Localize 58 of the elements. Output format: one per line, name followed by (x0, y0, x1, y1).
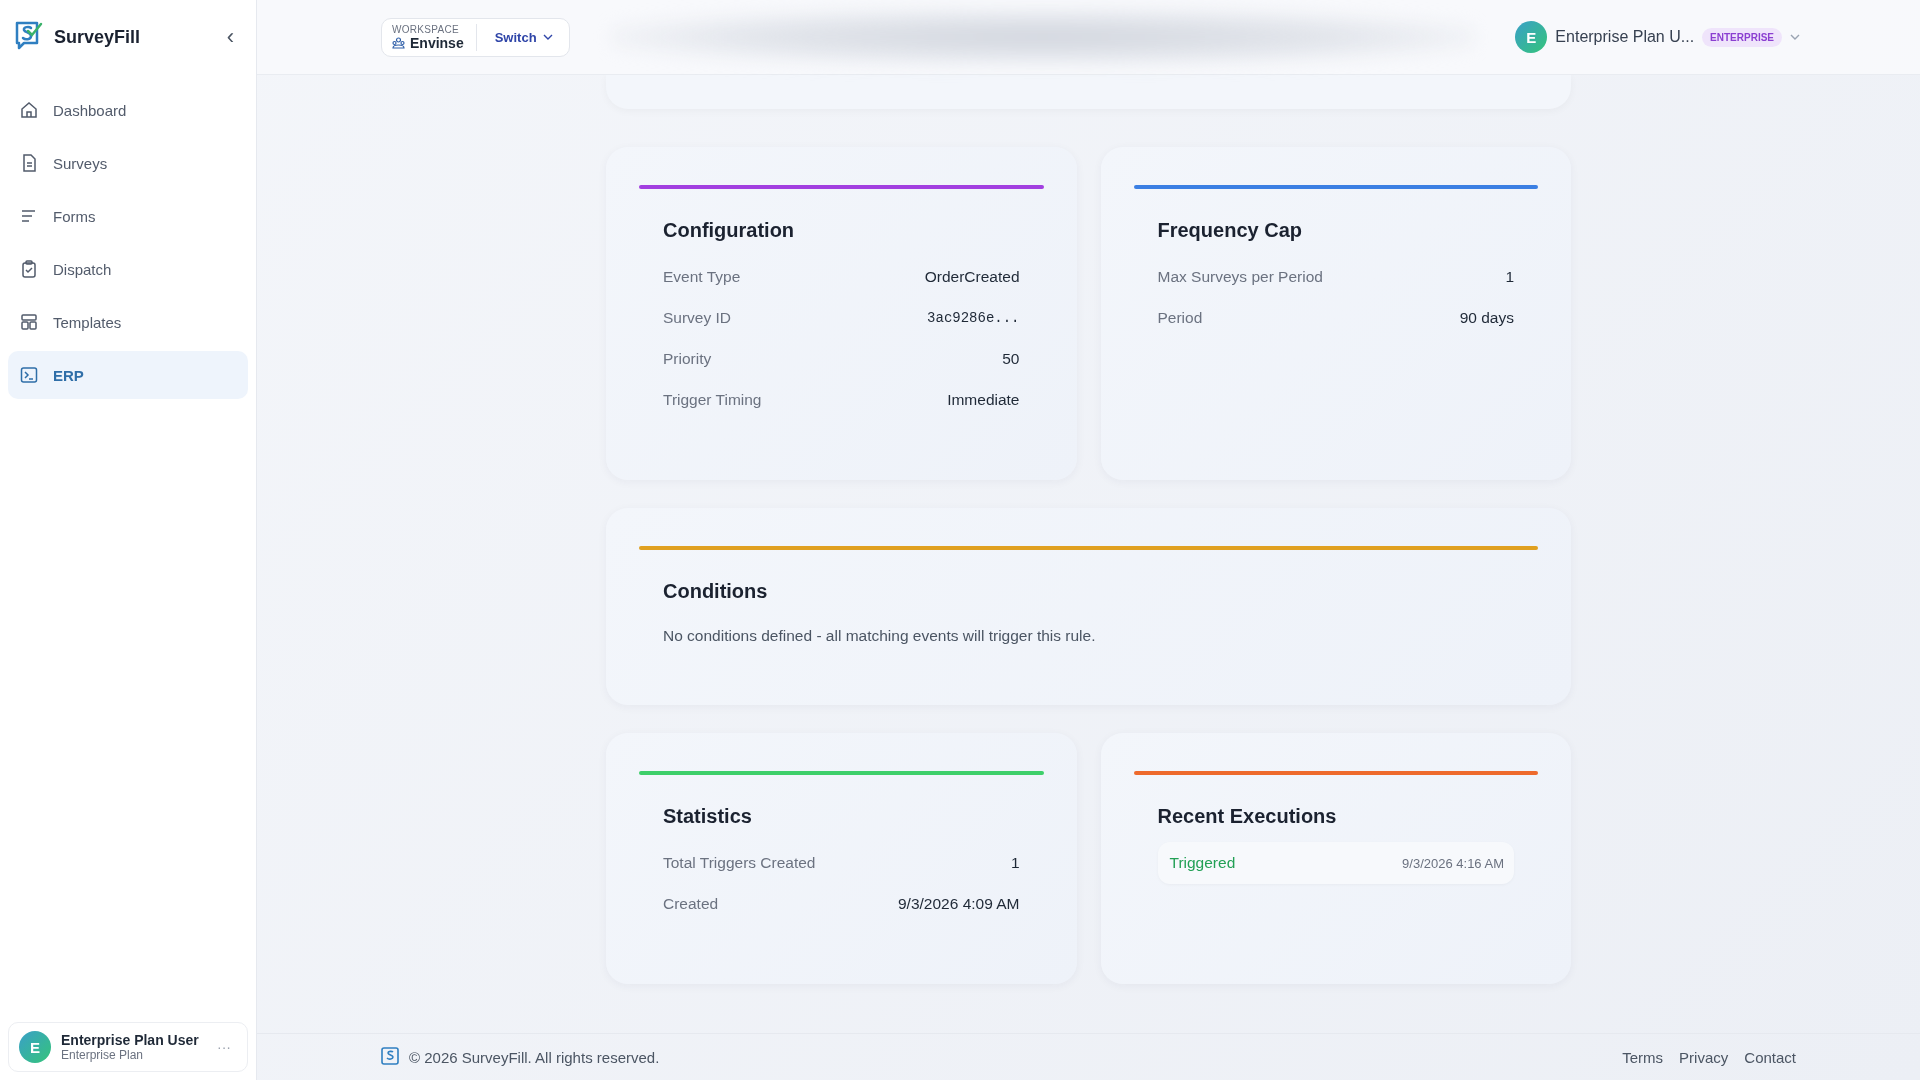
team-icon (392, 36, 405, 49)
field-value: 50 (1002, 349, 1020, 368)
lines-icon (20, 207, 38, 225)
chevron-down-icon (1790, 34, 1800, 40)
logo-icon (381, 1047, 399, 1067)
chevron-down-icon (542, 34, 553, 40)
footer-link[interactable]: Contact (1744, 1048, 1796, 1066)
nav-item[interactable]: Templates (8, 298, 248, 346)
clipboard-icon (20, 260, 38, 278)
execution-time: 9/3/2026 4:16 AM (1402, 855, 1504, 871)
field-value: 90 days (1459, 308, 1514, 327)
field-label: Total Triggers Created (663, 853, 816, 872)
field-label: Trigger Timing (663, 390, 762, 409)
layout-icon (20, 313, 38, 331)
execution-status: Triggered (1169, 854, 1236, 872)
nav-item[interactable]: Dispatch (8, 245, 248, 293)
user-avatar: E (1515, 21, 1548, 53)
footer-link[interactable]: Terms (1622, 1048, 1664, 1066)
field-label: Created (663, 894, 719, 913)
field-value: 1 (1505, 267, 1514, 286)
user-card[interactable]: E Enterprise Plan User Enterprise Plan ··· (8, 1022, 248, 1072)
nav-item[interactable]: Forms (8, 192, 248, 240)
card-title: Frequency Cap (1157, 219, 1303, 242)
account-menu[interactable]: E Enterprise Plan U... ENTERPRISE (1515, 21, 1800, 53)
field-value: OrderCreated (924, 267, 1020, 286)
card-title: Recent Executions (1157, 805, 1338, 828)
user-name: Enterprise Plan User (61, 1032, 200, 1048)
field-label: Survey ID (663, 308, 732, 327)
workspace-name: Envinse (410, 34, 464, 51)
field-value: Immediate (947, 390, 1020, 409)
field-label: Period (1157, 308, 1203, 327)
card-title: Statistics (663, 805, 753, 828)
plan-badge: ENTERPRISE (1702, 27, 1782, 47)
execution-row[interactable]: Triggered 9/3/2026 4:16 AM (1157, 842, 1514, 884)
field-label: Event Type (663, 267, 741, 286)
field-value: 3ac9286e... (927, 309, 1020, 326)
home-icon (20, 101, 38, 119)
card-title: Conditions (663, 580, 769, 603)
field-label: Priority (663, 349, 712, 368)
field-label: Max Surveys per Period (1157, 267, 1323, 286)
field-value: 9/3/2026 4:09 AM (898, 894, 1020, 913)
nav-item[interactable]: Surveys (8, 139, 248, 187)
brand-name: SurveyFill (54, 26, 142, 48)
terminal-icon (20, 366, 38, 384)
footer-link[interactable]: Privacy (1679, 1048, 1729, 1066)
card-title: Configuration (663, 219, 796, 242)
field-value: 1 (1010, 853, 1020, 872)
user-avatar: E (19, 1031, 51, 1063)
nav-item[interactable]: Dashboard (8, 86, 248, 134)
user-plan: Enterprise Plan (61, 1048, 145, 1062)
document-icon (20, 154, 38, 172)
nav-item[interactable]: ERP (8, 351, 248, 399)
user-name: Enterprise Plan U... (1555, 28, 1695, 46)
collapse-button[interactable]: ‹ (218, 24, 242, 50)
switch-button[interactable]: Switch (488, 28, 559, 46)
workspace-caption: WORKSPACE (392, 23, 460, 35)
conditions-text: No conditions defined - all matching events will trigger this rule. (663, 627, 1097, 645)
copyright-text: © 2026 SurveyFill. All rights reserved. (409, 1048, 660, 1066)
